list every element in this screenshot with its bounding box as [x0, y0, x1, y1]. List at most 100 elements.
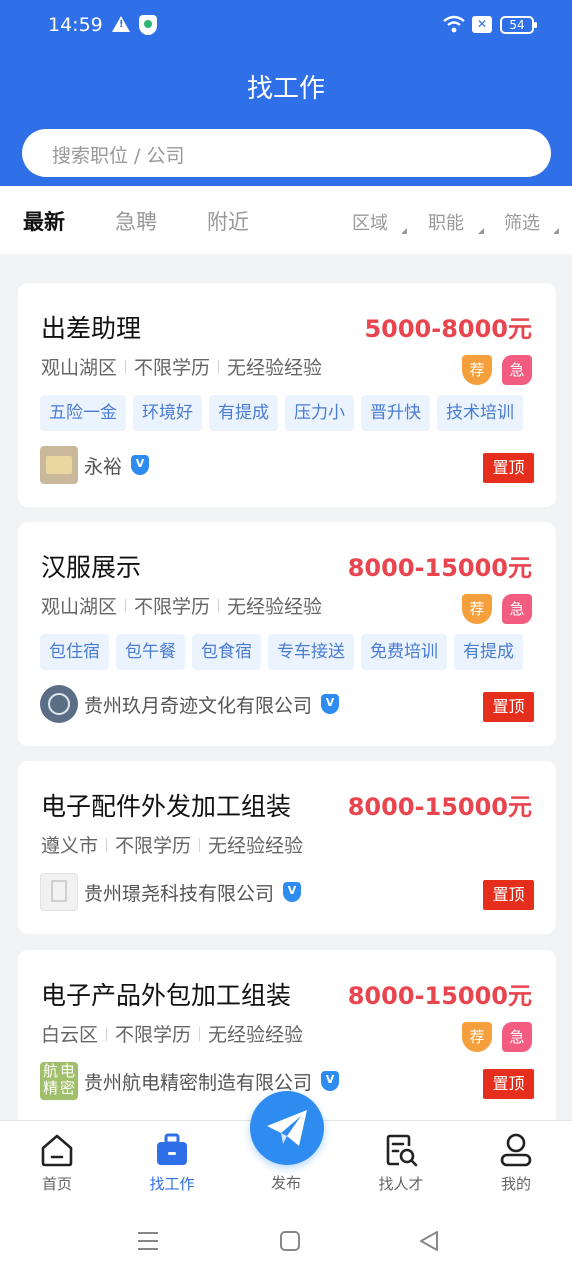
- no-sim-icon: ✕: [472, 16, 492, 33]
- urgent-badge: 急: [502, 1022, 532, 1052]
- tab-urgent[interactable]: 急聘: [115, 206, 157, 236]
- company-row: 贵州玖月奇迹文化有限公司 V: [40, 685, 340, 723]
- filter-more[interactable]: 筛选: [504, 209, 540, 235]
- publish-button[interactable]: [250, 1091, 324, 1165]
- job-tag: 有提成: [209, 395, 278, 431]
- job-location: 遵义市: [41, 835, 99, 857]
- home-icon: [41, 1134, 73, 1167]
- job-salary: 8000-15000元: [347, 793, 532, 821]
- divider: [106, 1026, 108, 1041]
- verified-icon: V: [321, 1071, 340, 1091]
- job-tag: 包食宿: [192, 634, 261, 670]
- job-meta: 观山湖区 不限学历 无经验经验: [41, 353, 322, 380]
- job-tag: 专车接送: [268, 634, 354, 670]
- job-tag: 环境好: [133, 395, 202, 431]
- nav-label: 我的: [500, 1175, 531, 1193]
- nav-find-talent[interactable]: 找人才: [361, 1121, 441, 1206]
- company-row: 贵州璟尧科技有限公司 V: [40, 873, 302, 911]
- filter-area[interactable]: 区域: [352, 209, 388, 235]
- job-list: 出差助理 5000-8000元 观山湖区 不限学历 无经验经验 荐 急 五险一金…: [0, 254, 572, 1120]
- job-meta: 白云区 不限学历 无经验经验: [41, 1020, 303, 1047]
- caret-down-icon: [478, 228, 484, 234]
- company-name: 贵州航电精密制造有限公司: [84, 1071, 313, 1094]
- battery-icon: 54: [500, 16, 537, 34]
- recommended-badge: 荐: [462, 594, 492, 624]
- search-input[interactable]: 搜索职位 / 公司: [22, 129, 551, 177]
- nav-label: 找工作: [149, 1175, 195, 1193]
- job-salary: 8000-15000元: [347, 982, 532, 1010]
- company-name: 贵州玖月奇迹文化有限公司: [84, 694, 313, 717]
- divider: [218, 598, 220, 613]
- pinned-badge: 置顶: [483, 453, 534, 483]
- shield-icon: [139, 15, 157, 35]
- paper-plane-icon: [267, 1110, 307, 1146]
- logo-char: 电: [59, 1062, 75, 1080]
- warning-icon: [112, 16, 130, 32]
- logo-char: 精: [42, 1079, 58, 1097]
- caret-down-icon: [401, 228, 407, 234]
- job-education: 不限学历: [134, 357, 211, 379]
- tab-nearby[interactable]: 附近: [207, 206, 249, 236]
- job-tag: 包午餐: [116, 634, 185, 670]
- job-location: 观山湖区: [41, 357, 118, 379]
- app-header: 14:59 ✕ 54 找工作 搜索职位 / 公司: [0, 0, 572, 186]
- urgent-badge: 急: [502, 355, 532, 385]
- job-salary: 8000-15000元: [347, 554, 532, 582]
- nav-label: 首页: [41, 1175, 72, 1193]
- back-icon[interactable]: [418, 1230, 440, 1252]
- nav-find-job[interactable]: 找工作: [132, 1121, 212, 1206]
- job-location: 白云区: [41, 1024, 99, 1046]
- logo-char: 密: [59, 1079, 75, 1097]
- recommended-badge: 荐: [462, 355, 492, 385]
- filter-function[interactable]: 职能: [428, 209, 464, 235]
- job-meta: 观山湖区 不限学历 无经验经验: [41, 592, 322, 619]
- job-card[interactable]: 汉服展示 8000-15000元 观山湖区 不限学历 无经验经验 荐 急 包住宿…: [18, 522, 556, 746]
- job-tag: 技术培训: [437, 395, 523, 431]
- job-tag: 免费培训: [361, 634, 447, 670]
- menu-icon[interactable]: [137, 1230, 159, 1252]
- divider: [125, 598, 127, 613]
- job-title: 电子产品外包加工组装: [41, 981, 292, 1010]
- page-title: 找工作: [246, 74, 325, 104]
- pinned-badge: 置顶: [483, 1069, 534, 1099]
- divider: [218, 359, 220, 374]
- job-meta: 遵义市 不限学历 无经验经验: [41, 831, 303, 858]
- company-row: 永裕 V: [40, 446, 150, 484]
- nav-home[interactable]: 首页: [17, 1121, 97, 1206]
- job-tag: 有提成: [454, 634, 523, 670]
- job-education: 不限学历: [115, 835, 192, 857]
- tab-bar: 最新 急聘 附近 区域 职能 筛选: [0, 186, 572, 254]
- recommended-badge: 荐: [462, 1022, 492, 1052]
- caret-down-icon: [553, 228, 559, 234]
- job-tag: 五险一金: [40, 395, 126, 431]
- resume-search-icon: [386, 1134, 418, 1167]
- job-card[interactable]: 出差助理 5000-8000元 观山湖区 不限学历 无经验经验 荐 急 五险一金…: [18, 283, 556, 507]
- company-logo: [40, 873, 78, 911]
- user-icon: [500, 1133, 532, 1167]
- verified-icon: V: [283, 882, 302, 902]
- job-title: 出差助理: [41, 314, 142, 343]
- nav-label: 找人才: [378, 1175, 424, 1193]
- job-education: 不限学历: [134, 596, 211, 618]
- nav-profile[interactable]: 我的: [476, 1121, 556, 1206]
- company-logo: [40, 446, 78, 484]
- divider: [106, 837, 108, 852]
- home-square-icon[interactable]: [279, 1230, 301, 1252]
- job-title: 电子配件外发加工组装: [41, 792, 292, 821]
- company-logo: [40, 685, 78, 723]
- job-tag: 晋升快: [361, 395, 430, 431]
- briefcase-icon: [157, 1133, 187, 1165]
- search-placeholder: 搜索职位 / 公司: [52, 145, 185, 167]
- company-name: 永裕: [84, 455, 123, 478]
- job-tag: 压力小: [285, 395, 354, 431]
- status-time: 14:59: [48, 14, 103, 36]
- job-tags: 包住宿 包午餐 包食宿 专车接送 免费培训 有提成: [40, 634, 530, 670]
- job-salary: 5000-8000元: [364, 315, 532, 343]
- logo-char: 航: [42, 1062, 58, 1080]
- job-card[interactable]: 电子配件外发加工组装 8000-15000元 遵义市 不限学历 无经验经验 贵州…: [18, 761, 556, 934]
- verified-icon: V: [321, 694, 340, 714]
- job-education: 不限学历: [115, 1024, 192, 1046]
- tab-latest[interactable]: 最新: [23, 206, 65, 236]
- divider: [199, 837, 201, 852]
- nav-label: 发布: [270, 1174, 301, 1192]
